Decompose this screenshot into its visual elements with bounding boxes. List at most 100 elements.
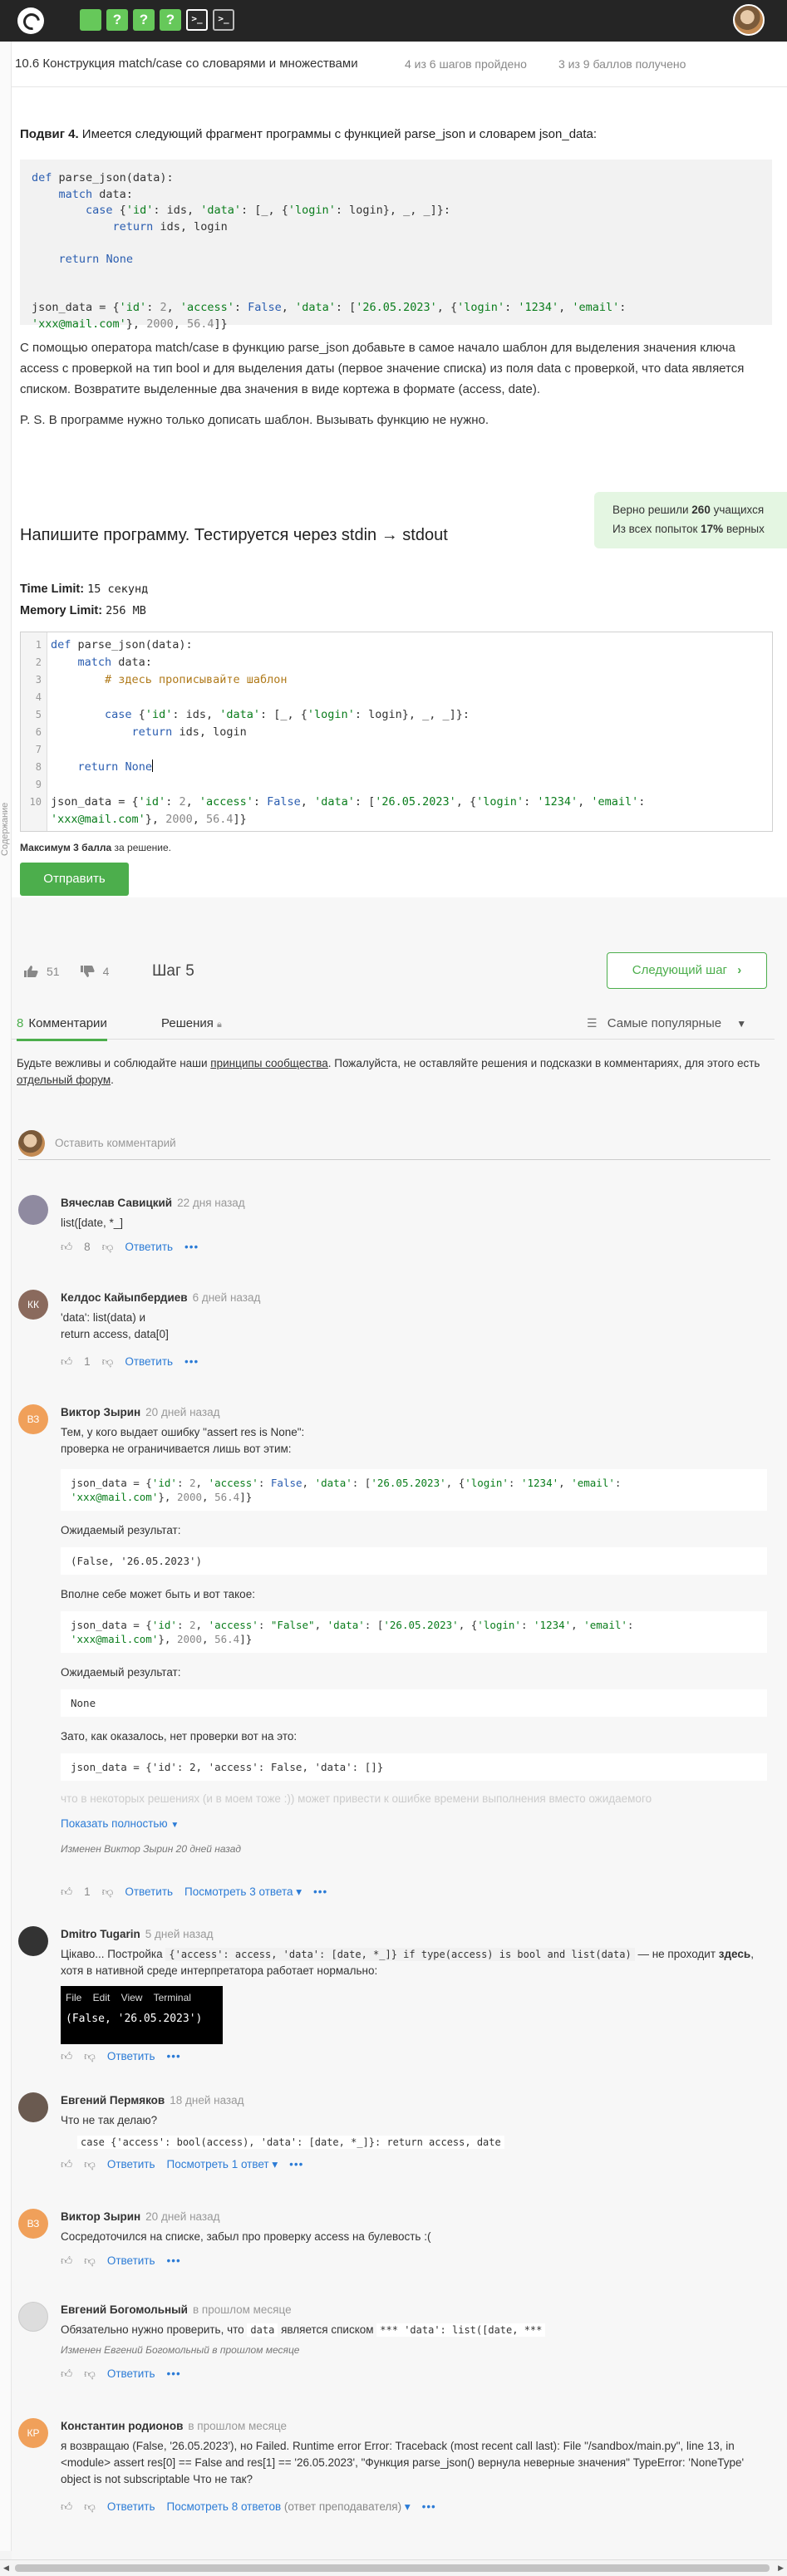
avatar[interactable]: ВЗ [18,1404,48,1434]
tab-solutions[interactable]: Решения 🔒︎ [161,1016,222,1030]
scrollbar-thumb[interactable] [15,2564,770,2572]
avatar[interactable] [18,2302,48,2332]
more-icon[interactable]: ••• [289,2158,303,2170]
like-icon[interactable] [23,965,38,978]
reply-link[interactable]: Ответить [125,1885,173,1898]
line-number: 6 [35,726,42,738]
comment-placeholder: Оставить комментарий [55,1137,176,1149]
avatar[interactable] [18,1926,48,1956]
comment-actions: 👍︎ 1 👎︎ Ответить ••• [61,1354,199,1369]
reply-link[interactable]: Ответить [107,2050,155,2062]
comment-actions: 👍︎ 👎︎ Ответить Посмотреть 8 ответов (отв… [61,2500,436,2514]
next-step-button[interactable]: Следующий шаг › [607,952,767,989]
dislike-icon[interactable]: 👎︎ [84,2157,96,2171]
chevron-down-icon: ▼ [170,1821,180,1830]
comment-actions: 👍︎ 8 👎︎ Ответить ••• [61,1240,199,1254]
chevron-right-icon: › [737,963,742,977]
show-full-link[interactable]: Показать полностью [61,1817,168,1830]
like-icon[interactable]: 👍︎ [61,2049,72,2063]
comment-body: list([date, *_] [61,1217,124,1229]
sort-icon: ☰ [587,1016,598,1030]
dislike-icon[interactable]: 👎︎ [84,2049,96,2063]
lesson-title[interactable]: 10.6 Конструкция match/case со словарями… [15,57,358,71]
like-icon[interactable]: 👍︎ [61,2500,72,2514]
dislike-icon[interactable]: 👎︎ [102,1885,114,1899]
like-icon[interactable]: 👍︎ [61,2367,72,2381]
task-code: def parse_json(data): match data: case {… [20,160,772,331]
more-icon[interactable]: ••• [167,2367,181,2380]
top-bar: ? ? ? >_ >_ [0,0,787,42]
more-icon[interactable]: ••• [167,2050,181,2062]
line-number: 1 [35,639,42,651]
comment-body: Сосредоточился на списке, забыл про пров… [61,2230,431,2243]
comment-body: Что не так делаю? case {'access': bool(a… [61,2112,767,2151]
reply-link[interactable]: Ответить [125,1241,173,1253]
terminal-screenshot: File Edit View Terminal (False, '26.05.2… [61,1986,223,2044]
chevron-down-icon: ▼ [736,1018,747,1030]
more-icon[interactable]: ••• [313,1885,327,1898]
like-icon[interactable]: 👍︎ [61,1354,72,1369]
scroll-right-icon[interactable]: ▶ [778,2564,784,2573]
reply-link[interactable]: Ответить [107,2500,155,2513]
community-rules-link[interactable]: принципы сообщества [210,1057,327,1069]
step-tile-code-current[interactable]: >_ [186,9,208,31]
discussion-tabs: 8 Комментарии Решения 🔒︎ ☰ Самые популярн… [12,1006,775,1041]
stepik-logo-icon[interactable] [17,7,44,34]
view-replies-link[interactable]: Посмотреть 3 ответа ▾ [184,1885,302,1899]
more-icon[interactable]: ••• [167,2254,181,2267]
line-number: 2 [35,656,42,668]
dislike-icon[interactable] [80,965,95,978]
avatar[interactable]: КК [18,1290,48,1320]
step-tile-done[interactable] [80,9,101,31]
avatar[interactable] [18,2092,48,2122]
task-ps: P. S. В программе нужно только дописать … [20,413,489,427]
step-tile-quiz[interactable]: ? [160,9,181,31]
like-icon[interactable]: 👍︎ [61,2254,72,2268]
dislike-icon[interactable]: 👎︎ [84,2254,96,2268]
comment-body: Тем, у кого выдает ошибку "assert res is… [61,1424,767,1857]
dislike-icon[interactable]: 👎︎ [84,2500,96,2514]
avatar[interactable] [18,1195,48,1225]
like-icon[interactable]: 👍︎ [61,2157,72,2171]
comment-body: 'data': list(data) и return access, data… [61,1311,169,1340]
reply-link[interactable]: Ответить [107,2158,155,2170]
dislike-icon[interactable]: 👎︎ [102,1354,114,1369]
sidebar-collapsed[interactable]: Содержание [0,42,12,2551]
community-rules: Будьте вежливы и соблюдайте наши принцип… [17,1057,760,1086]
more-icon[interactable]: ••• [184,1355,199,1368]
editor-code[interactable]: def parse_json(data): match data: # здес… [51,637,645,828]
horizontal-scrollbar[interactable]: ◀ ▶ [0,2559,787,2576]
code-snippet: None [61,1689,767,1717]
reply-link[interactable]: Ответить [107,2367,155,2380]
dislike-icon[interactable]: 👎︎ [102,1240,114,1254]
comment-input[interactable]: Оставить комментарий [18,1127,770,1160]
max-score-note: Максимум 3 балла за решение. [20,842,172,853]
view-replies-link[interactable]: Посмотреть 8 ответов (ответ преподавател… [167,2500,411,2514]
code-editor[interactable]: 1 2 3 4 5 6 7 8 9 10 def parse_json(data… [20,632,773,832]
more-icon[interactable]: ••• [422,2500,436,2513]
reply-link[interactable]: Ответить [107,2254,155,2267]
sort-dropdown[interactable]: ☰ Самые популярные ▼ [587,1016,746,1030]
step-tile-code[interactable]: >_ [213,9,234,31]
user-avatar[interactable] [733,4,765,36]
avatar[interactable]: ВЗ [18,2209,48,2239]
forum-link[interactable]: отдельный форум [17,1074,111,1086]
submit-button[interactable]: Отправить [20,863,129,896]
scroll-left-icon[interactable]: ◀ [3,2564,9,2573]
like-icon[interactable]: 👍︎ [61,1885,72,1899]
view-replies-link[interactable]: Посмотреть 1 ответ ▾ [167,2158,278,2171]
more-icon[interactable]: ••• [184,1241,199,1253]
comment-actions: 👍︎ 1 👎︎ Ответить Посмотреть 3 ответа ▾ ••… [61,1885,328,1899]
comment: Евгений Пермяков 18 дней назад Что не так… [18,2092,770,2184]
step-tile-quiz[interactable]: ? [133,9,155,31]
comment-actions: 👍︎ 👎︎ Ответить ••• [61,2049,181,2063]
line-number: 10 [29,796,42,808]
like-icon[interactable]: 👍︎ [61,1240,72,1254]
step-tile-quiz[interactable]: ? [106,9,128,31]
avatar[interactable]: КР [18,2418,48,2448]
code-snippet: (False, '26.05.2023') [61,1547,767,1575]
sidebar-toggle-label[interactable]: Содержание [0,803,10,856]
dislike-icon[interactable]: 👎︎ [84,2367,96,2381]
reply-link[interactable]: Ответить [125,1355,173,1368]
tab-comments[interactable]: 8 Комментарии [17,1016,107,1041]
